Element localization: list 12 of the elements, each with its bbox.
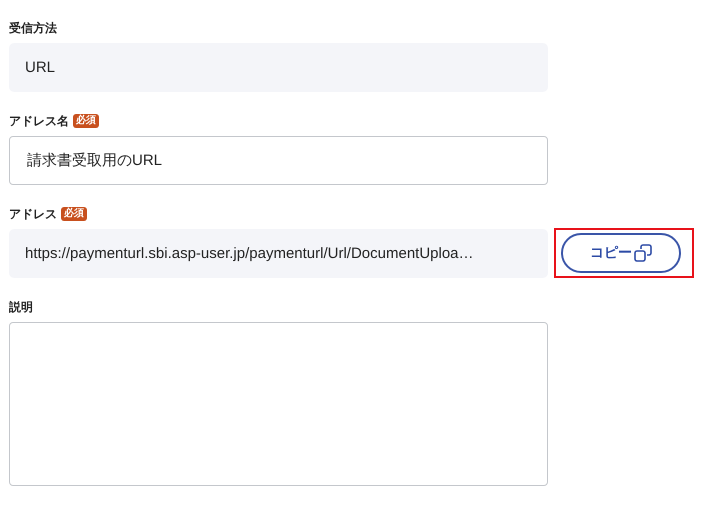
required-badge: 必須 [73, 114, 99, 128]
copy-button[interactable]: コピー [561, 232, 681, 272]
description-field[interactable] [9, 322, 548, 486]
copy-icon [634, 244, 652, 262]
readonly-field: URL [9, 43, 548, 92]
field-label: 説明 [9, 298, 33, 316]
url-field: https://paymenturl.sbi.asp-user.jp/paymenturl/Url/DocumentUploa… [9, 229, 548, 278]
required-badge: 必須 [61, 207, 87, 221]
field-label: アドレス [9, 206, 57, 222]
input-field[interactable]: 請求書受取用のURL [9, 136, 548, 185]
field-label: アドレス名 [9, 112, 69, 130]
field-label: 受信方法 [9, 20, 57, 36]
